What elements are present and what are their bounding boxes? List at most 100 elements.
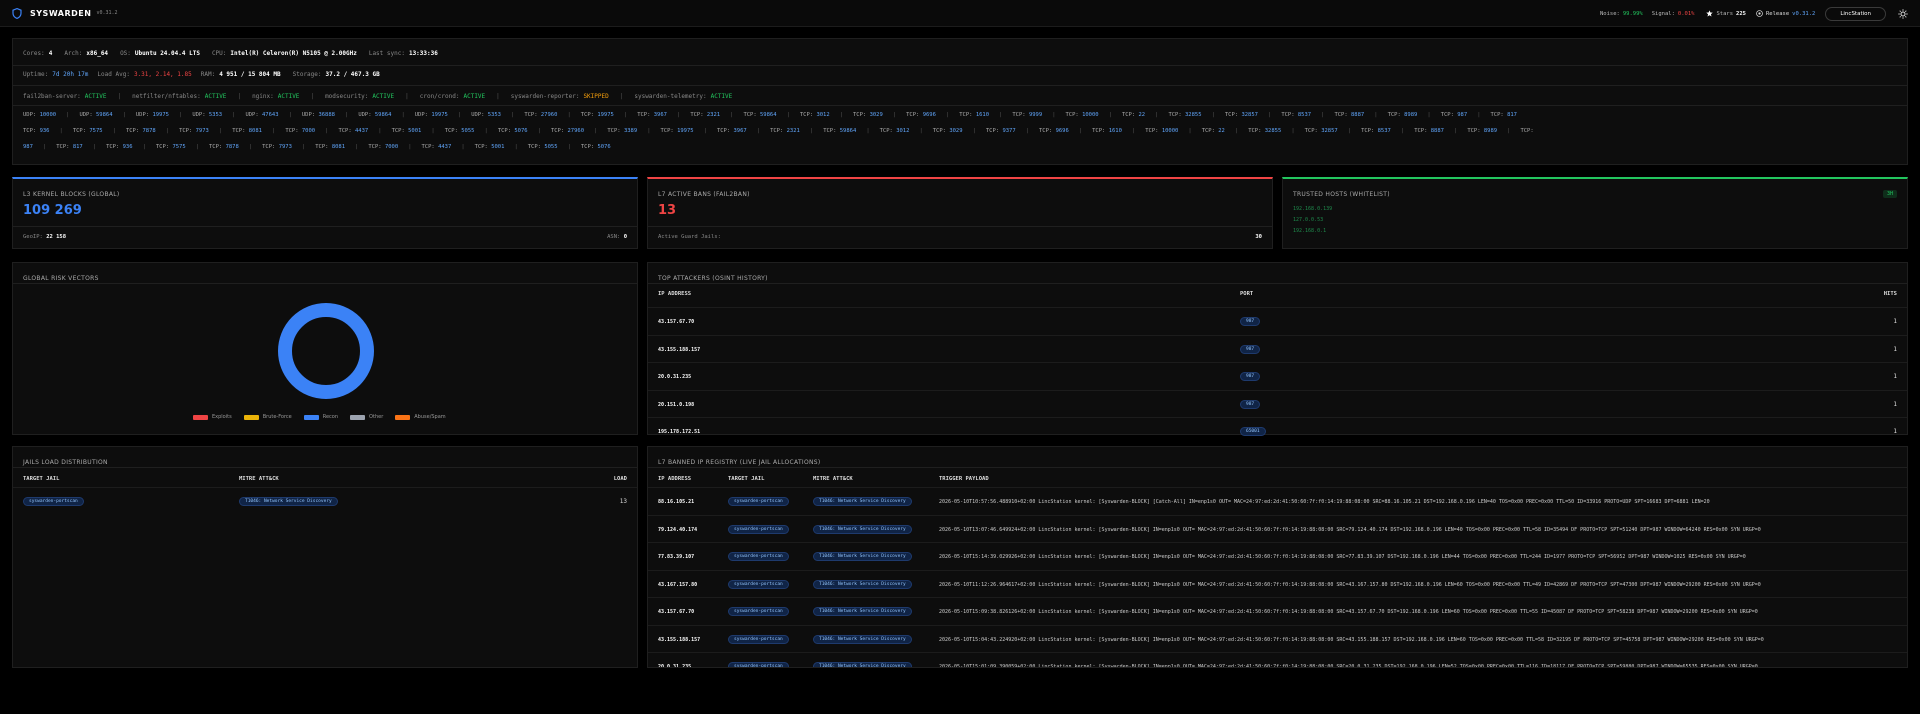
separator: | xyxy=(511,112,515,118)
separator: | xyxy=(1211,112,1215,118)
banned-ip: 77.83.39.107 xyxy=(658,554,695,560)
top-bar: SYSWARDEN v0.31.2 Noise: 99.99% Signal: … xyxy=(0,0,1920,27)
table-row[interactable]: 20.0.31.235 syswarden-portscan T1046: Netw… xyxy=(648,652,1907,667)
port-number: 59864 xyxy=(839,128,857,134)
port-protocol: TCP: xyxy=(1520,128,1534,134)
legend-item[interactable]: Other xyxy=(350,414,383,420)
service-name: syswarden-reporter: xyxy=(510,93,580,100)
table-row[interactable]: 43.155.188.157 syswarden-portscan T1046: N… xyxy=(648,624,1907,652)
hits-value: 1 xyxy=(1893,428,1897,435)
port-protocol: TCP: xyxy=(1039,128,1056,134)
port-number: 36888 xyxy=(318,112,335,118)
banned-ip: 43.155.188.157 xyxy=(658,636,701,643)
port-number: 7878 xyxy=(142,128,156,134)
port-number: 8887 xyxy=(1430,128,1444,134)
separator: | xyxy=(408,144,412,150)
host-button[interactable]: LincStation xyxy=(1825,6,1886,21)
github-icon xyxy=(1756,10,1763,17)
app-name: SYSWARDEN xyxy=(30,8,92,18)
separator: | xyxy=(461,144,465,150)
legend-item[interactable]: Exploits xyxy=(193,414,232,420)
port-number: 10000 xyxy=(1161,128,1179,134)
legend-item[interactable]: Brute-Force xyxy=(243,414,292,420)
table-row[interactable]: 43.157.67.70 syswarden-portscan T1046: Net… xyxy=(648,597,1907,624)
table-row[interactable]: 79.124.40.174 syswarden-portscan T1046: Ne… xyxy=(648,514,1907,542)
kernel-blocks-value: 109 269 xyxy=(23,203,82,218)
jail-badge: syswarden-portscan xyxy=(728,662,789,667)
port-protocol: UDP: xyxy=(471,112,488,118)
jail-badge: syswarden-portscan xyxy=(728,634,789,644)
stars-link[interactable]: Stars 225 xyxy=(1706,10,1746,17)
separator: | xyxy=(59,128,63,134)
theme-toggle-sun-icon[interactable] xyxy=(1898,8,1908,19)
port-protocol: TCP: xyxy=(1361,128,1378,134)
port-number: 3967 xyxy=(733,128,747,134)
table-row[interactable]: 77.83.39.107 syswarden-portscan T1046: Net… xyxy=(648,542,1907,569)
port-protocol: TCP: xyxy=(690,112,707,118)
top-attackers-card: TOP ATTACKERS (OSINT HISTORY) IP ADDRESS… xyxy=(647,262,1908,436)
divider xyxy=(648,226,1272,227)
port-protocol: TCP: xyxy=(906,112,923,118)
divider xyxy=(13,65,1907,66)
separator: | xyxy=(496,93,500,100)
port-protocol: TCP: xyxy=(799,112,817,118)
separator: | xyxy=(1155,112,1159,118)
legend-label: Recon xyxy=(322,414,339,420)
stars-label: Stars xyxy=(1716,10,1734,17)
separator: | xyxy=(431,128,435,134)
cpu-label: CPU: xyxy=(211,50,227,57)
separator: | xyxy=(1291,128,1295,134)
port-protocol: TCP: xyxy=(660,128,678,134)
port-number: 4437 xyxy=(438,144,452,150)
separator: | xyxy=(42,144,47,150)
separator: | xyxy=(892,112,897,118)
separator: | xyxy=(839,112,843,118)
registry-table-body[interactable]: 88.16.105.21 syswarden-portscan T1046: Net… xyxy=(648,487,1907,667)
divider xyxy=(648,283,1907,284)
separator: | xyxy=(1131,128,1136,134)
port-protocol: UDP: xyxy=(358,112,375,118)
service-status: ACTIVE xyxy=(710,93,733,100)
legend-item[interactable]: Recon xyxy=(303,414,339,420)
table-row[interactable]: 88.16.105.21 syswarden-portscan T1046: Net… xyxy=(648,487,1907,514)
release-link[interactable]: Release v0.31.2 xyxy=(1756,10,1815,17)
kernel-blocks-card: L3 KERNEL BLOCKS (GLOBAL) 109 269 GeoIP:… xyxy=(12,177,638,249)
banned-ip: 43.167.157.80 xyxy=(658,581,698,588)
donut-slice-recon[interactable] xyxy=(278,303,374,399)
port-protocol: TCP: xyxy=(743,112,760,118)
separator: | xyxy=(619,93,624,100)
asn-label: ASN: xyxy=(607,234,621,240)
separator: | xyxy=(786,112,790,118)
port-protocol: UDP: xyxy=(79,112,96,118)
mitre-badge: T1046: Network Service Discovery xyxy=(813,524,912,534)
chart-legend: Exploits Brute-Force Recon Other Abuse/Spam xyxy=(193,414,458,420)
mitre-badge: T1046: Network Service Discovery xyxy=(239,497,338,506)
service-name: cron/crond: xyxy=(419,93,460,100)
table-row[interactable]: 20.0.31.235 987 1 xyxy=(648,362,1907,389)
card-title: JAILS LOAD DISTRIBUTION xyxy=(23,459,108,466)
table-row[interactable]: 43.157.67.70 987 1 xyxy=(648,307,1907,334)
table-row[interactable]: 43.155.188.157 987 1 xyxy=(648,334,1907,362)
port-protocol: TCP: xyxy=(232,128,249,134)
port-number: 3012 xyxy=(816,112,830,118)
legend-item[interactable]: Abuse/Spam xyxy=(395,414,446,420)
listening-ports: UDP: 10000 | UDP: 59864 | UDP: 19975 | UDP: 53… xyxy=(23,107,1897,155)
table-row[interactable]: 195.178.172.51 65001 1 xyxy=(648,417,1907,444)
table-row[interactable]: 20.151.0.198 987 1 xyxy=(648,389,1907,417)
port-number: 8989 xyxy=(1483,128,1498,134)
port-protocol: TCP: xyxy=(527,144,545,150)
port-number: 5076 xyxy=(597,144,611,150)
risk-donut-chart xyxy=(278,303,374,399)
signal-value: 0.01% xyxy=(1677,10,1695,17)
port-number: 7973 xyxy=(195,128,209,134)
uptime-label: Uptime: xyxy=(23,71,49,78)
attacker-ip: 20.0.31.235 xyxy=(658,374,692,380)
table-row[interactable]: 43.167.157.80 syswarden-portscan T1046: Ne… xyxy=(648,569,1907,597)
port-number: 987 xyxy=(1457,112,1468,118)
port-protocol: TCP: xyxy=(716,128,734,134)
jail-badge: syswarden-portscan xyxy=(23,497,84,506)
legend-swatch xyxy=(395,414,411,420)
separator: | xyxy=(514,144,518,150)
app-logo[interactable]: SYSWARDEN v0.31.2 xyxy=(12,7,118,19)
storage-value: 37.2 / 467.3 GB xyxy=(325,71,380,78)
